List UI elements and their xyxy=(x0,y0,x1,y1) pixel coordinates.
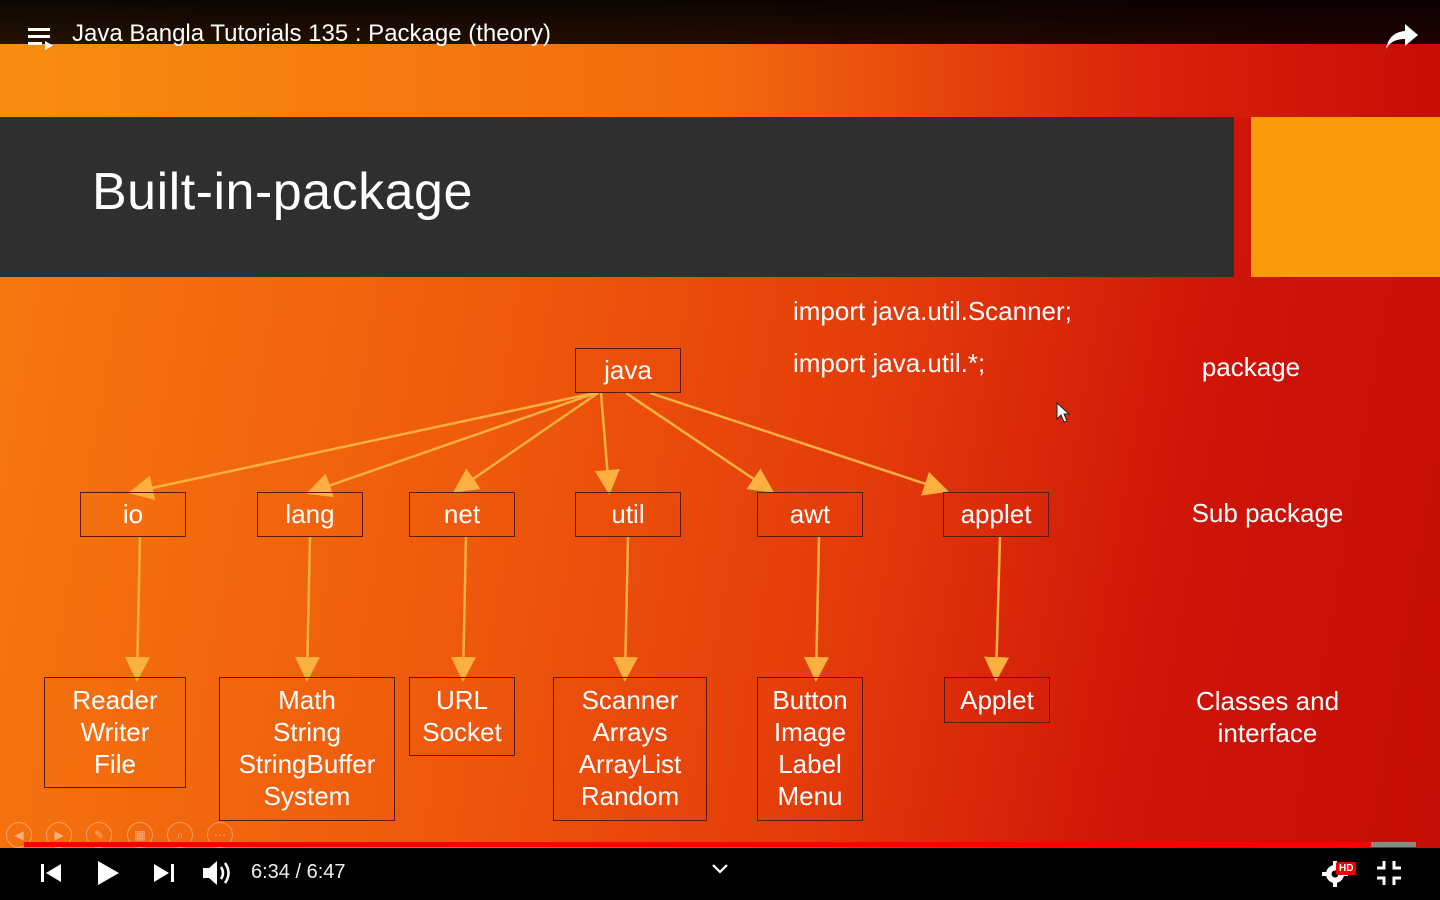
progress-bar[interactable] xyxy=(24,842,1416,847)
node-awt-label: awt xyxy=(789,499,831,529)
arrow-net-classes xyxy=(450,536,476,682)
share-icon[interactable] xyxy=(1385,22,1419,50)
tree-arrows xyxy=(124,391,1010,682)
arrow-awt-classes xyxy=(803,536,829,682)
exit-fullscreen-icon[interactable] xyxy=(1376,860,1402,886)
class-item: File xyxy=(94,749,136,779)
class-item: Image xyxy=(773,717,847,747)
arrow-util-classes xyxy=(612,536,638,682)
hd-badge: HD xyxy=(1336,862,1357,875)
class-item: StringBuffer xyxy=(238,749,376,779)
class-item: Writer xyxy=(80,717,150,747)
mouse-cursor-icon xyxy=(1056,402,1071,423)
play-icon[interactable] xyxy=(96,860,120,886)
node-applet: applet xyxy=(943,492,1049,537)
node-java-label: java xyxy=(604,355,652,385)
classes-net: URL Socket xyxy=(409,677,515,756)
class-item: Socket xyxy=(422,717,502,747)
node-io-label: io xyxy=(122,499,144,529)
node-applet-label: applet xyxy=(960,499,1032,529)
class-item: Reader xyxy=(72,685,158,715)
arrow-applet-classes xyxy=(984,536,1010,682)
class-item: Random xyxy=(580,781,680,811)
class-item: Applet xyxy=(960,685,1034,715)
arrow-java-lang xyxy=(306,391,597,498)
class-item: URL xyxy=(435,685,488,715)
node-net-label: net xyxy=(443,499,481,529)
video-title[interactable]: Java Bangla Tutorials 135 : Package (the… xyxy=(72,20,551,48)
class-item: String xyxy=(273,717,341,747)
class-item: Arrays xyxy=(592,717,668,747)
class-item: Label xyxy=(778,749,842,779)
classes-lang: Math String StringBuffer System xyxy=(219,677,395,821)
previous-icon[interactable] xyxy=(40,862,62,884)
classes-awt: Button Image Label Menu xyxy=(757,677,863,821)
node-awt: awt xyxy=(757,492,863,537)
class-item: System xyxy=(263,781,351,811)
class-item: Math xyxy=(278,685,336,715)
time-display: 6:34 / 6:47 xyxy=(251,861,346,883)
arrow-lang-classes xyxy=(294,536,320,682)
classes-io: Reader Writer File xyxy=(44,677,186,788)
arrow-java-applet xyxy=(649,391,949,496)
volume-icon[interactable] xyxy=(202,859,234,887)
classes-applet: Applet xyxy=(944,677,1050,723)
chevron-down-icon[interactable] xyxy=(711,863,729,875)
class-item: ArrayList xyxy=(578,749,682,779)
next-icon[interactable] xyxy=(153,862,175,884)
node-io: io xyxy=(80,492,186,537)
node-net: net xyxy=(409,492,515,537)
node-util: util xyxy=(575,492,681,537)
node-lang: lang xyxy=(257,492,363,537)
progress-bar-fill xyxy=(24,842,1372,847)
class-item: Scanner xyxy=(581,685,679,715)
class-item: Button xyxy=(772,685,848,715)
playlist-icon[interactable] xyxy=(28,28,54,52)
arrow-java-util xyxy=(594,392,620,495)
node-lang-label: lang xyxy=(285,499,335,529)
arrow-io-classes xyxy=(124,536,150,682)
node-util-label: util xyxy=(611,499,645,529)
node-java: java xyxy=(575,348,681,393)
classes-util: Scanner Arrays ArrayList Random xyxy=(553,677,707,821)
class-item: Menu xyxy=(777,781,843,811)
